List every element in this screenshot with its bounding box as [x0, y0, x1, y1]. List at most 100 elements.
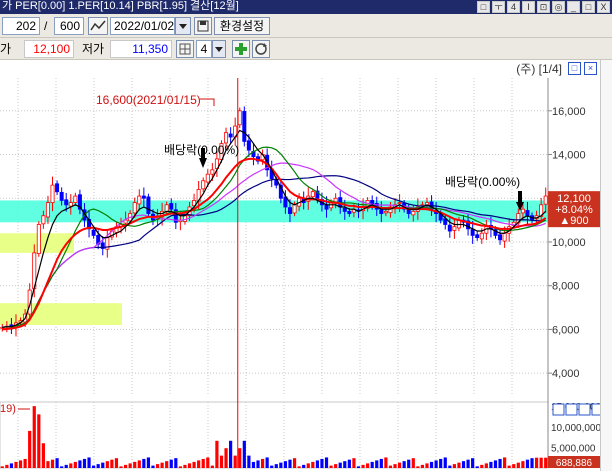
candle-body	[502, 232, 507, 242]
volume-bar	[521, 461, 525, 468]
window-button[interactable]: ◎	[552, 1, 565, 13]
candle-body	[324, 204, 329, 210]
volume-bar	[283, 461, 288, 468]
volume-bar	[151, 465, 155, 468]
volume-bar	[169, 459, 173, 468]
toolbar-top: 202 / 600 2022/01/02 환경설정	[0, 14, 612, 38]
price-pane	[0, 78, 548, 395]
candle-body	[479, 232, 484, 240]
volume-bar	[507, 465, 511, 468]
count-input[interactable]: 202	[2, 17, 40, 35]
candle-body	[91, 229, 96, 236]
volume-bar	[544, 457, 548, 468]
volume-bar	[361, 464, 365, 468]
current-volume-value: 688,886	[556, 458, 593, 469]
volume-bar	[87, 457, 91, 468]
close-button[interactable]: X	[597, 1, 610, 13]
volume-bar	[5, 464, 9, 468]
candle-body	[146, 196, 151, 214]
volume-bar	[238, 448, 242, 468]
grid-icon	[179, 43, 191, 55]
volume-bar	[128, 463, 132, 468]
volume-bar	[82, 458, 87, 468]
window-button[interactable]: I	[522, 1, 535, 13]
toolbar-bottom: 가 12,100 저가 11,350 4	[0, 38, 612, 60]
volume-bar	[105, 461, 109, 468]
volume-bar	[114, 458, 119, 468]
volume-bar	[32, 406, 36, 468]
volume-bar	[334, 464, 338, 468]
volume-bar	[439, 458, 443, 468]
grid-button[interactable]	[176, 40, 194, 58]
volume-bar	[466, 459, 470, 468]
volume-bar	[347, 459, 351, 468]
candle-body	[543, 195, 548, 205]
add-button[interactable]	[232, 40, 250, 58]
window-button[interactable]: □	[477, 1, 490, 13]
candle-body	[452, 226, 457, 231]
period-select[interactable]: 4	[196, 40, 212, 58]
period-dropdown-button[interactable]	[212, 40, 226, 58]
volume-bar	[448, 465, 452, 468]
volume-bar	[247, 455, 251, 468]
settings-button[interactable]: 환경설정	[214, 17, 270, 35]
volume-bar	[420, 464, 425, 468]
maximize-button[interactable]: □	[582, 1, 595, 13]
window-title: 가 PER[0.00] 1.PER[10.14] PBR[1.95] 결산[12…	[2, 0, 239, 12]
volume-bar	[493, 460, 498, 468]
volume-bar	[219, 455, 224, 468]
volume-bar	[384, 457, 388, 468]
volume-bar	[9, 463, 14, 468]
volume-bar	[165, 461, 169, 468]
volume-bar	[256, 460, 260, 468]
candle-body	[520, 208, 525, 214]
volume-bar	[306, 463, 310, 468]
volume-bar	[110, 459, 114, 468]
date-dropdown-button[interactable]	[175, 17, 191, 35]
minimize-button[interactable]: _	[567, 1, 580, 13]
volume-bar	[366, 463, 370, 468]
window-button[interactable]: ㅜ	[492, 1, 505, 13]
volume-max-label: 19)	[0, 403, 16, 415]
window-button[interactable]: 4	[507, 1, 520, 13]
volume-bar	[160, 462, 164, 468]
volume-bar	[37, 414, 41, 468]
volume-bar	[534, 457, 539, 468]
volume-bar	[183, 464, 187, 468]
price-tick-label: 6,000	[552, 324, 580, 336]
volume-bar	[55, 458, 59, 468]
date-input[interactable]: 2022/01/02	[110, 17, 175, 35]
volume-bar	[73, 461, 77, 468]
volume-bar	[18, 460, 23, 468]
volume-bar	[92, 465, 96, 468]
total-input[interactable]: 600	[54, 17, 84, 35]
candle-body	[379, 209, 384, 214]
candle-body	[383, 210, 388, 214]
volume-bar	[60, 466, 64, 468]
calendar-button[interactable]	[194, 17, 212, 35]
candle-body	[525, 210, 530, 217]
volume-bar	[311, 461, 315, 468]
candle-body	[470, 229, 475, 236]
right-sidebar[interactable]	[600, 60, 612, 471]
refresh-button[interactable]	[252, 40, 270, 58]
candle-body	[182, 215, 187, 222]
volume-bar	[69, 463, 73, 468]
volume-bar	[457, 462, 461, 468]
volume-bar	[434, 460, 438, 468]
volume-bar	[375, 460, 379, 468]
volume-bar	[443, 457, 447, 468]
volume-bar	[315, 460, 319, 468]
trend-icon-button[interactable]	[88, 17, 108, 35]
volume-bar	[41, 443, 45, 468]
candle-body	[132, 202, 137, 214]
volume-bar	[201, 458, 205, 468]
candle-body	[237, 110, 242, 126]
price-tick-label: 14,000	[552, 150, 586, 162]
window-button[interactable]: ⊡	[537, 1, 550, 13]
volume-bar	[192, 461, 196, 468]
candle-body	[310, 191, 315, 198]
candle-body	[41, 215, 46, 225]
stock-chart[interactable]: 16,00014,00012,00010,0008,0006,0004,000 …	[0, 60, 612, 471]
volume-bar	[251, 461, 256, 468]
